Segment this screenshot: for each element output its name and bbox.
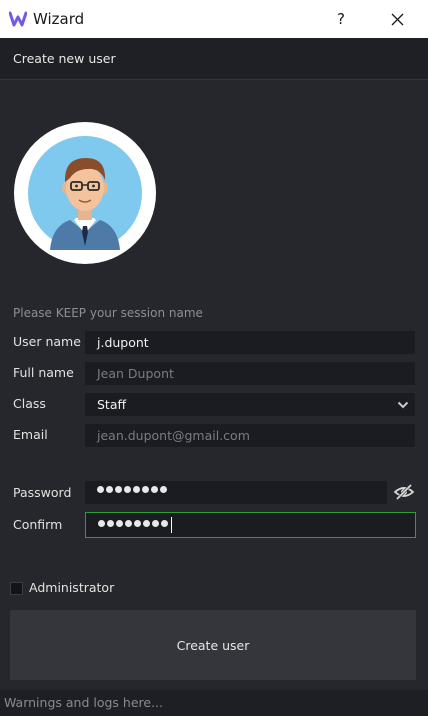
mask-dot [115, 486, 122, 493]
close-button[interactable] [374, 0, 420, 38]
window-title: Wizard [33, 10, 85, 28]
password-mask [97, 486, 167, 493]
eye-slash-icon[interactable] [393, 483, 415, 501]
mask-dot [124, 486, 131, 493]
form-hint: Please KEEP your session name [13, 306, 203, 320]
class-value: Staff [97, 397, 127, 412]
title-bar: Wizard ? [0, 0, 428, 38]
email-label: Email [13, 427, 48, 442]
mask-dot [106, 486, 113, 493]
username-field[interactable]: j.dupont [85, 331, 415, 354]
text-cursor [171, 517, 172, 533]
page-title: Create new user [13, 51, 116, 66]
fullname-label: Full name [13, 365, 74, 380]
mask-dot [134, 520, 141, 527]
chevron-down-icon [397, 401, 409, 409]
mask-dot [97, 486, 104, 493]
close-icon [391, 13, 403, 25]
mask-dot [152, 520, 159, 527]
mask-dot [143, 520, 150, 527]
class-label: Class [13, 396, 46, 411]
mask-dot [161, 520, 168, 527]
fullname-placeholder: Jean Dupont [97, 366, 174, 381]
mask-dot [98, 520, 105, 527]
status-bar: Warnings and logs here... [0, 690, 428, 716]
page-header: Create new user [0, 38, 428, 80]
password-label: Password [13, 485, 72, 500]
administrator-label: Administrator [29, 580, 115, 595]
confirm-field[interactable] [85, 512, 416, 538]
mask-dot [116, 520, 123, 527]
user-avatar-illustration [28, 136, 142, 250]
mask-dot [151, 486, 158, 493]
class-select[interactable]: Staff [85, 393, 415, 416]
mask-dot [160, 486, 167, 493]
fullname-field[interactable]: Jean Dupont [85, 362, 415, 385]
create-user-button[interactable]: Create user [10, 610, 416, 680]
status-text: Warnings and logs here... [4, 695, 163, 710]
confirm-mask [98, 520, 168, 527]
administrator-checkbox[interactable] [10, 582, 23, 595]
help-button[interactable]: ? [318, 0, 364, 38]
mask-dot [107, 520, 114, 527]
confirm-label: Confirm [13, 517, 63, 532]
password-field[interactable] [85, 481, 387, 504]
email-field[interactable]: jean.dupont@gmail.com [85, 424, 415, 447]
mask-dot [133, 486, 140, 493]
avatar[interactable] [14, 122, 156, 264]
email-placeholder: jean.dupont@gmail.com [97, 428, 250, 443]
username-label: User name [13, 334, 81, 349]
wizard-logo-icon [9, 11, 27, 27]
mask-dot [142, 486, 149, 493]
mask-dot [125, 520, 132, 527]
username-value: j.dupont [97, 335, 149, 350]
